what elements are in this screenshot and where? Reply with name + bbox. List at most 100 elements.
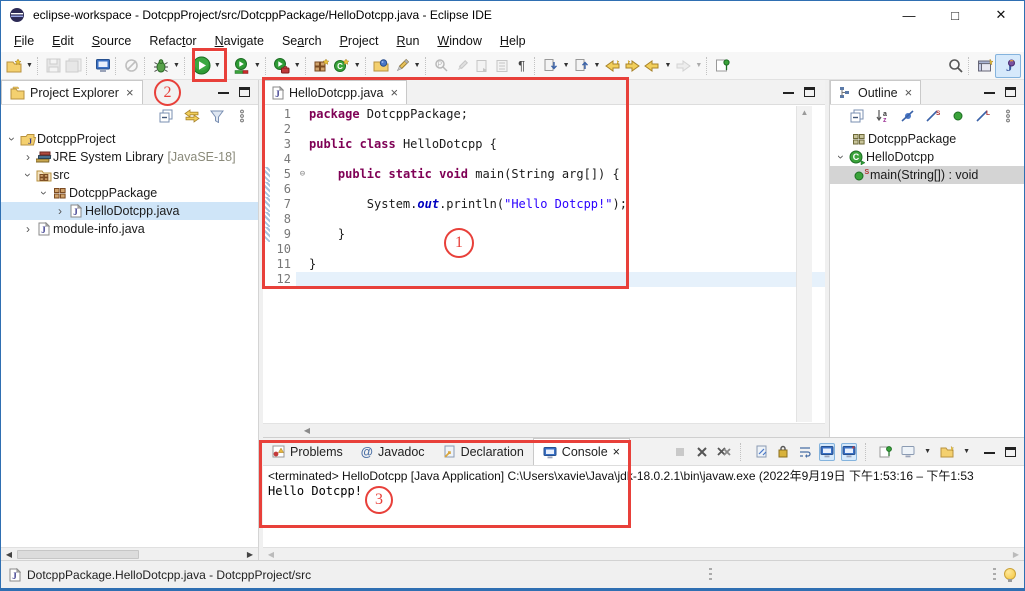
profile-button[interactable] bbox=[272, 54, 292, 78]
chevron-right-icon[interactable]: › bbox=[21, 152, 35, 162]
outline-item-main-method[interactable]: S main(String[]) : void bbox=[830, 166, 1024, 184]
new-java-package-button[interactable] bbox=[312, 54, 332, 78]
code-line[interactable]: 3public class HelloDotcpp { bbox=[263, 137, 825, 152]
tree-item-dotcppproject[interactable]: › J DotcppProject bbox=[1, 130, 258, 148]
display-selected-console-button[interactable] bbox=[900, 443, 916, 461]
console-hscrollbar[interactable]: ◀ ▶ bbox=[263, 547, 1024, 560]
debug-dropdown[interactable]: ▼ bbox=[173, 62, 180, 69]
tab-problems[interactable]: Problems bbox=[263, 438, 352, 465]
hide-local-types-button[interactable]: L bbox=[974, 108, 991, 125]
code-line[interactable]: 6 bbox=[263, 182, 825, 197]
pin-console-button[interactable] bbox=[878, 443, 894, 461]
menu-run[interactable]: Run bbox=[387, 31, 428, 51]
menu-window[interactable]: Window bbox=[428, 31, 490, 51]
status-grip[interactable] bbox=[993, 568, 996, 583]
maximize-view-button[interactable] bbox=[1005, 87, 1016, 97]
tree-item-hellodotcpp-java[interactable]: › J HelloDotcpp.java bbox=[1, 202, 258, 220]
chevron-right-icon[interactable]: › bbox=[53, 206, 67, 216]
code-line[interactable]: 12 bbox=[263, 272, 825, 287]
tab-declaration[interactable]: Declaration bbox=[434, 438, 533, 465]
filter-icon[interactable] bbox=[208, 108, 225, 125]
close-icon[interactable]: × bbox=[126, 85, 134, 100]
back-button[interactable] bbox=[642, 54, 662, 78]
show-outline-button[interactable] bbox=[492, 54, 512, 78]
tab-console[interactable]: Console × bbox=[533, 438, 630, 465]
code-line[interactable]: 8 bbox=[263, 212, 825, 227]
close-icon[interactable]: × bbox=[905, 85, 913, 100]
next-annotation-button[interactable] bbox=[541, 54, 561, 78]
tab-javadoc[interactable]: @ Javadoc bbox=[352, 438, 434, 465]
collapse-all-button[interactable] bbox=[849, 108, 866, 125]
close-icon[interactable]: × bbox=[391, 85, 399, 100]
forward-edit-location-button[interactable] bbox=[622, 54, 642, 78]
scroll-left-icon[interactable]: ◀ bbox=[1, 550, 17, 559]
open-console-button[interactable] bbox=[93, 54, 113, 78]
search-pen-button[interactable] bbox=[392, 54, 412, 78]
open-task-button[interactable] bbox=[372, 54, 392, 78]
previous-annotation-button[interactable] bbox=[572, 54, 592, 78]
show-on-stdout-button[interactable] bbox=[819, 443, 835, 461]
coverage-button[interactable] bbox=[232, 54, 252, 78]
new-wizard-button[interactable] bbox=[4, 54, 24, 78]
run-button[interactable] bbox=[191, 54, 212, 78]
tab-project-explorer[interactable]: Project Explorer × bbox=[1, 80, 143, 104]
new-wizard-dropdown[interactable]: ▼ bbox=[26, 62, 33, 69]
next-annotation-dropdown[interactable]: ▼ bbox=[563, 62, 570, 69]
pin-editor-button[interactable] bbox=[713, 54, 733, 78]
console-output[interactable]: Hello Dotcpp! bbox=[263, 483, 1024, 547]
editor-tab-hellodotcpp[interactable]: J HelloDotcpp.java × bbox=[263, 80, 407, 104]
skip-breakpoints-button[interactable] bbox=[122, 54, 142, 78]
chevron-right-icon[interactable]: › bbox=[21, 224, 35, 234]
scroll-right-icon[interactable]: ▶ bbox=[1008, 550, 1024, 559]
outline-item-dotcpppackage[interactable]: DotcppPackage bbox=[830, 130, 1024, 148]
forward-dropdown[interactable]: ▼ bbox=[695, 62, 702, 69]
code-line[interactable]: 5⊖ public static void main(String arg[])… bbox=[263, 167, 825, 182]
maximize-view-button[interactable] bbox=[239, 87, 250, 97]
hide-fields-button[interactable] bbox=[899, 108, 916, 125]
chevron-down-icon[interactable]: › bbox=[836, 150, 846, 164]
back-dropdown[interactable]: ▼ bbox=[664, 62, 671, 69]
format-button[interactable] bbox=[452, 54, 472, 78]
window-maximize-button[interactable]: □ bbox=[932, 1, 978, 29]
search-button[interactable] bbox=[946, 54, 966, 78]
scroll-left-icon[interactable]: ◀ bbox=[263, 550, 279, 559]
collapse-all-button[interactable] bbox=[158, 108, 175, 125]
sort-button[interactable]: az bbox=[874, 108, 891, 125]
tree-item-jre-system-library[interactable]: › JRE System Library [JavaSE-18] bbox=[1, 148, 258, 166]
clear-console-button[interactable] bbox=[753, 443, 769, 461]
save-all-button[interactable] bbox=[64, 54, 84, 78]
menu-project[interactable]: Project bbox=[331, 31, 388, 51]
tree-item-dotcpppackage[interactable]: › DotcppPackage bbox=[1, 184, 258, 202]
code-line[interactable]: 1package DotcppPackage; bbox=[263, 107, 825, 122]
last-edit-location-button[interactable] bbox=[602, 54, 622, 78]
menu-navigate[interactable]: Navigate bbox=[206, 31, 273, 51]
chevron-down-icon[interactable]: › bbox=[39, 186, 49, 200]
code-line[interactable]: 4 bbox=[263, 152, 825, 167]
maximize-editor-button[interactable] bbox=[804, 87, 815, 97]
open-console-dropdown[interactable]: ▼ bbox=[963, 448, 970, 455]
open-perspective-button[interactable] bbox=[975, 54, 995, 78]
show-whitespace-button[interactable]: ¶ bbox=[512, 54, 532, 78]
link-with-editor-button[interactable] bbox=[183, 108, 200, 125]
save-button[interactable] bbox=[44, 54, 64, 78]
code-line[interactable]: 2 bbox=[263, 122, 825, 137]
code-line[interactable]: 11} bbox=[263, 257, 825, 272]
menu-refactor[interactable]: Refactor bbox=[140, 31, 205, 51]
chevron-down-icon[interactable]: › bbox=[23, 168, 33, 182]
mark-occurrences-button[interactable]: P bbox=[432, 54, 452, 78]
code-line[interactable]: 10 bbox=[263, 242, 825, 257]
new-java-class-dropdown[interactable]: ▼ bbox=[354, 62, 361, 69]
maximize-console-button[interactable] bbox=[1005, 447, 1016, 457]
code-line[interactable]: 7 System.out.println("Hello Dotcpp!"); bbox=[263, 197, 825, 212]
code-editor[interactable]: 1package DotcppPackage;23public class He… bbox=[263, 105, 825, 423]
search-pen-dropdown[interactable]: ▼ bbox=[414, 62, 421, 69]
tab-outline[interactable]: Outline × bbox=[830, 80, 921, 104]
word-wrap-button[interactable] bbox=[797, 443, 813, 461]
close-icon[interactable]: × bbox=[613, 445, 620, 459]
profile-dropdown[interactable]: ▼ bbox=[294, 62, 301, 69]
chevron-down-icon[interactable]: › bbox=[7, 132, 17, 146]
window-minimize-button[interactable]: — bbox=[886, 1, 932, 29]
new-java-class-button[interactable]: C bbox=[332, 54, 352, 78]
minimize-view-button[interactable] bbox=[984, 90, 995, 94]
project-explorer-hscrollbar[interactable]: ◀ ▶ bbox=[1, 547, 258, 560]
